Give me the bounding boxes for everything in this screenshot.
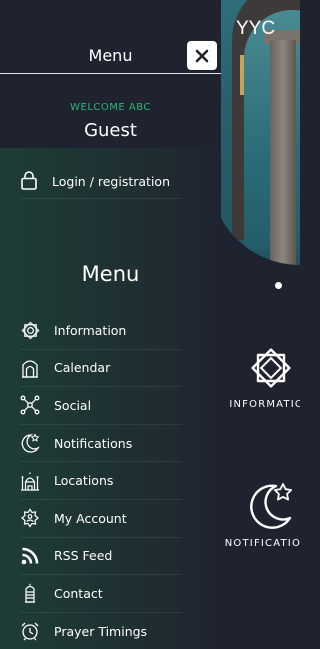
menu-item-label: Prayer Timings [54,623,148,639]
menu-item-label: My Account [54,510,127,526]
tile-notifications[interactable]: NOTIFICATIONS [211,480,300,549]
tile-information-label: INFORMATION [229,399,300,410]
tile-information[interactable]: INFORMATION [211,345,300,410]
octagram-star-icon [251,348,291,388]
navigation-drawer: Menu WELCOME ABC Guest Login / registrat… [0,0,221,649]
mosque-arch-icon [20,358,40,378]
network-icon [20,395,40,415]
menu-item-label: Notifications [54,435,133,451]
menu-item-my-account[interactable]: My Account [20,500,182,538]
menu-item-label: RSS Feed [54,548,113,564]
crescent-star-icon [20,433,40,453]
rss-icon [20,546,40,566]
crescent-star-icon [250,483,293,529]
menu-item-label: Contact [54,585,103,601]
menu-item-rss-feed[interactable]: RSS Feed [20,538,182,576]
menu-item-label: Information [54,322,127,338]
menu-item-label: Calendar [54,360,111,376]
menu-item-prayer-timings[interactable]: Prayer Timings [20,613,182,649]
close-button[interactable] [187,41,217,70]
menu-item-label: Locations [54,473,114,489]
lantern-icon [20,583,40,604]
alarm-clock-icon [20,621,40,641]
carousel-dot[interactable] [275,282,282,289]
account-star-icon [20,508,40,528]
menu-item-social[interactable]: Social [20,387,182,425]
user-name: Guest [84,120,137,141]
menu-item-information[interactable]: Information [20,312,182,350]
menu-item-contact[interactable]: Contact [20,575,182,613]
menu-item-calendar[interactable]: Calendar [20,350,182,388]
city-label[interactable]: YYC [236,18,275,40]
menu-item-notifications[interactable]: Notifications [20,425,182,463]
tile-notifications-label: NOTIFICATIONS [224,538,300,549]
mosque-icon [20,471,40,491]
menu-item-label: Social [54,397,92,413]
octagram-icon [20,320,40,340]
welcome-text: WELCOME ABC [70,102,151,113]
menu-list: Information Calendar Social Notification… [20,312,182,649]
menu-item-locations[interactable]: Locations [20,462,182,500]
close-icon [195,49,209,62]
menu-section-title: Menu [81,262,140,286]
login-registration-item[interactable]: Login / registration [20,165,182,199]
lock-icon [20,170,38,194]
login-registration-label: Login / registration [52,174,170,189]
